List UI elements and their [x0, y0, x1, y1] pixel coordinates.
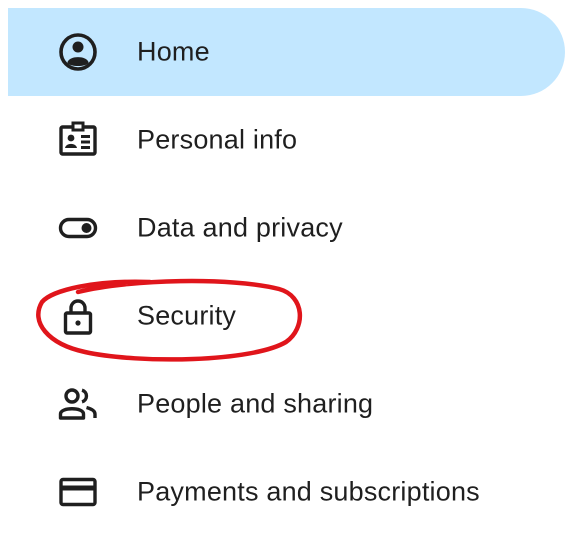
toggle-icon	[58, 208, 98, 248]
sidebar-item-label: Data and privacy	[137, 212, 343, 243]
lock-icon	[58, 296, 98, 336]
credit-card-icon	[58, 472, 98, 512]
badge-icon	[58, 120, 98, 160]
sidebar-item-home[interactable]: Home	[8, 8, 565, 96]
sidebar-item-data-and-privacy[interactable]: Data and privacy	[8, 184, 565, 272]
sidebar-item-label: Security	[137, 300, 237, 331]
sidebar-item-label: People and sharing	[137, 388, 374, 419]
sidebar-item-personal-info[interactable]: Personal info	[8, 96, 565, 184]
sidebar-item-label: Personal info	[137, 124, 298, 155]
sidebar-item-label: Home	[137, 36, 210, 67]
sidebar-nav: Home Personal info Data and privacy Secu…	[8, 8, 565, 536]
sidebar-item-label: Payments and subscriptions	[137, 476, 480, 507]
people-icon	[58, 384, 98, 424]
sidebar-item-security[interactable]: Security	[8, 272, 565, 360]
sidebar-item-people-and-sharing[interactable]: People and sharing	[8, 360, 565, 448]
sidebar-item-payments-and-subscriptions[interactable]: Payments and subscriptions	[8, 448, 565, 536]
account-circle-icon	[58, 32, 98, 72]
